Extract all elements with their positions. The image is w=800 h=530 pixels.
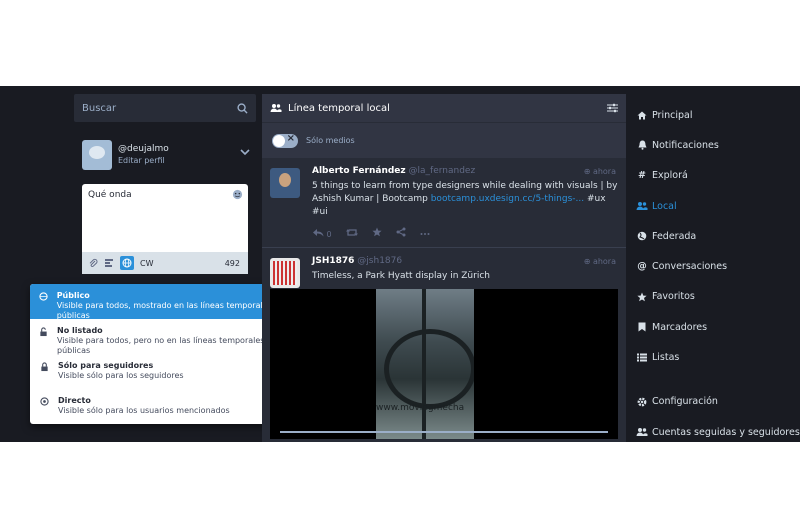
users-icon bbox=[636, 427, 648, 437]
privacy-option-desc: Visible para todos, mostrado en las líne… bbox=[56, 301, 272, 320]
search-icon bbox=[237, 102, 248, 114]
character-counter: 492 bbox=[224, 258, 240, 268]
list-icon bbox=[636, 353, 648, 362]
star-icon[interactable] bbox=[372, 227, 382, 239]
status-handle[interactable]: @la_fernandez bbox=[409, 166, 476, 176]
privacy-option-private[interactable]: Sólo para seguidores Visible sólo para l… bbox=[30, 354, 288, 389]
compose-textarea[interactable]: Qué onda bbox=[82, 184, 248, 252]
status-handle[interactable]: @jsh1876 bbox=[357, 256, 402, 266]
navigation-panel: Principal Notificaciones # Explorá Local… bbox=[636, 100, 800, 442]
reply-count: 0 bbox=[326, 229, 332, 239]
video-player[interactable]: www.movingmecha bbox=[270, 289, 618, 439]
column-header[interactable]: Línea temporal local bbox=[262, 94, 626, 122]
boost-icon[interactable] bbox=[345, 228, 358, 239]
at-icon: @ bbox=[637, 261, 647, 273]
video-watermark: www.movingmecha bbox=[376, 403, 465, 413]
compose-text: Qué onda bbox=[88, 190, 132, 200]
privacy-option-public[interactable]: Público Visible para todos, mostrado en … bbox=[30, 284, 288, 320]
avatar[interactable] bbox=[82, 140, 112, 170]
nav-item-local[interactable]: Local bbox=[636, 191, 800, 221]
privacy-option-desc: Visible sólo para los seguidores bbox=[58, 371, 184, 380]
nav-item-explore[interactable]: # Explorá bbox=[636, 161, 800, 191]
users-icon bbox=[636, 201, 648, 211]
more-icon[interactable] bbox=[420, 229, 430, 238]
users-icon bbox=[270, 103, 282, 113]
status-item[interactable]: Alberto Fernández @la_fernandez ⊕ ahora … bbox=[262, 158, 626, 248]
search-input[interactable]: Buscar bbox=[82, 103, 237, 114]
poll-icon[interactable] bbox=[104, 258, 114, 268]
privacy-option-title: Sólo para seguidores bbox=[58, 361, 154, 370]
lock-icon bbox=[38, 362, 50, 372]
column-settings: Sólo medios bbox=[262, 122, 626, 158]
hashtag-icon: # bbox=[638, 170, 646, 182]
privacy-option-unlisted[interactable]: No listado Visible para todos, pero no e… bbox=[30, 319, 288, 355]
nav-item-favourites[interactable]: Favoritos bbox=[636, 282, 800, 312]
status-time[interactable]: ⊕ ahora bbox=[584, 167, 616, 176]
globe-icon bbox=[38, 292, 49, 301]
nav-item-notifications[interactable]: Notificaciones bbox=[636, 130, 800, 160]
reply-button[interactable]: 0 bbox=[312, 228, 332, 239]
edit-profile-link[interactable]: Editar perfil bbox=[118, 155, 169, 167]
column-title: Línea temporal local bbox=[288, 102, 390, 114]
star-icon bbox=[636, 292, 648, 302]
profile-card: @deujalmo Editar perfil bbox=[74, 140, 256, 170]
privacy-option-title: No listado bbox=[57, 326, 103, 335]
privacy-option-direct[interactable]: Directo Visible sólo para los usuarios m… bbox=[30, 389, 288, 424]
search-bar[interactable]: Buscar bbox=[74, 94, 256, 122]
status-item[interactable]: JSH1876 @jsh1876 ⊕ ahora Timeless, a Par… bbox=[262, 248, 626, 442]
privacy-dropdown: Público Visible para todos, mostrado en … bbox=[30, 284, 288, 424]
gear-icon bbox=[636, 397, 648, 407]
nav-item-lists[interactable]: Listas bbox=[636, 342, 800, 372]
nav-item-settings[interactable]: Configuración bbox=[636, 387, 800, 417]
nav-item-federated[interactable]: Federada bbox=[636, 221, 800, 251]
at-icon bbox=[38, 397, 50, 406]
bell-icon bbox=[636, 140, 648, 151]
nav-divider bbox=[636, 373, 800, 387]
paperclip-icon[interactable] bbox=[88, 258, 98, 268]
chevron-down-icon[interactable] bbox=[240, 149, 250, 156]
unlock-icon bbox=[38, 327, 49, 337]
cw-button[interactable]: CW bbox=[140, 259, 154, 268]
video-progress-bar[interactable] bbox=[280, 431, 608, 433]
nav-item-conversations[interactable]: @ Conversaciones bbox=[636, 251, 800, 281]
status-actions: 0 bbox=[312, 227, 618, 239]
nav-item-home[interactable]: Principal bbox=[636, 100, 800, 130]
status-avatar[interactable] bbox=[270, 168, 300, 198]
status-display-name[interactable]: JSH1876 bbox=[312, 256, 354, 266]
privacy-option-title: Público bbox=[56, 291, 90, 300]
compose-column: Buscar @deujalmo Editar perfil Qué onda bbox=[74, 94, 256, 274]
status-display-name[interactable]: Alberto Fernández bbox=[312, 166, 406, 176]
only-media-label: Sólo medios bbox=[306, 136, 355, 145]
status-time[interactable]: ⊕ ahora bbox=[584, 257, 616, 266]
privacy-button[interactable] bbox=[120, 256, 134, 270]
globe-icon bbox=[636, 231, 648, 241]
status-content: 5 things to learn from type designers wh… bbox=[312, 181, 618, 217]
privacy-option-desc: Visible sólo para los usuarios mencionad… bbox=[58, 406, 230, 415]
home-icon bbox=[636, 111, 648, 120]
share-icon[interactable] bbox=[396, 227, 406, 239]
privacy-option-desc: Visible para todos, pero no en las línea… bbox=[57, 336, 265, 355]
status-content: Timeless, a Park Hyatt display in Zürich bbox=[312, 271, 490, 281]
profile-handle[interactable]: @deujalmo bbox=[118, 143, 169, 155]
mastodon-app: Buscar @deujalmo Editar perfil Qué onda bbox=[0, 86, 800, 442]
status-avatar[interactable] bbox=[270, 258, 300, 288]
compose-toolbar: CW 492 bbox=[82, 252, 248, 274]
globe-icon: ⊕ bbox=[583, 257, 593, 266]
only-media-toggle[interactable] bbox=[272, 133, 298, 148]
globe-icon: ⊕ bbox=[583, 167, 593, 176]
status-link[interactable]: bootcamp.uxdesign.cc/5-things-... bbox=[431, 194, 584, 204]
emoji-icon[interactable] bbox=[232, 189, 243, 200]
nav-item-bookmarks[interactable]: Marcadores bbox=[636, 312, 800, 342]
video-frame bbox=[376, 289, 474, 439]
nav-item-follows[interactable]: Cuentas seguidas y seguidores bbox=[636, 417, 800, 442]
bookmark-icon bbox=[636, 322, 648, 332]
local-timeline-column: Línea temporal local Sólo medios Alberto… bbox=[262, 94, 626, 442]
sliders-icon[interactable] bbox=[607, 103, 618, 113]
privacy-option-title: Directo bbox=[58, 396, 91, 405]
